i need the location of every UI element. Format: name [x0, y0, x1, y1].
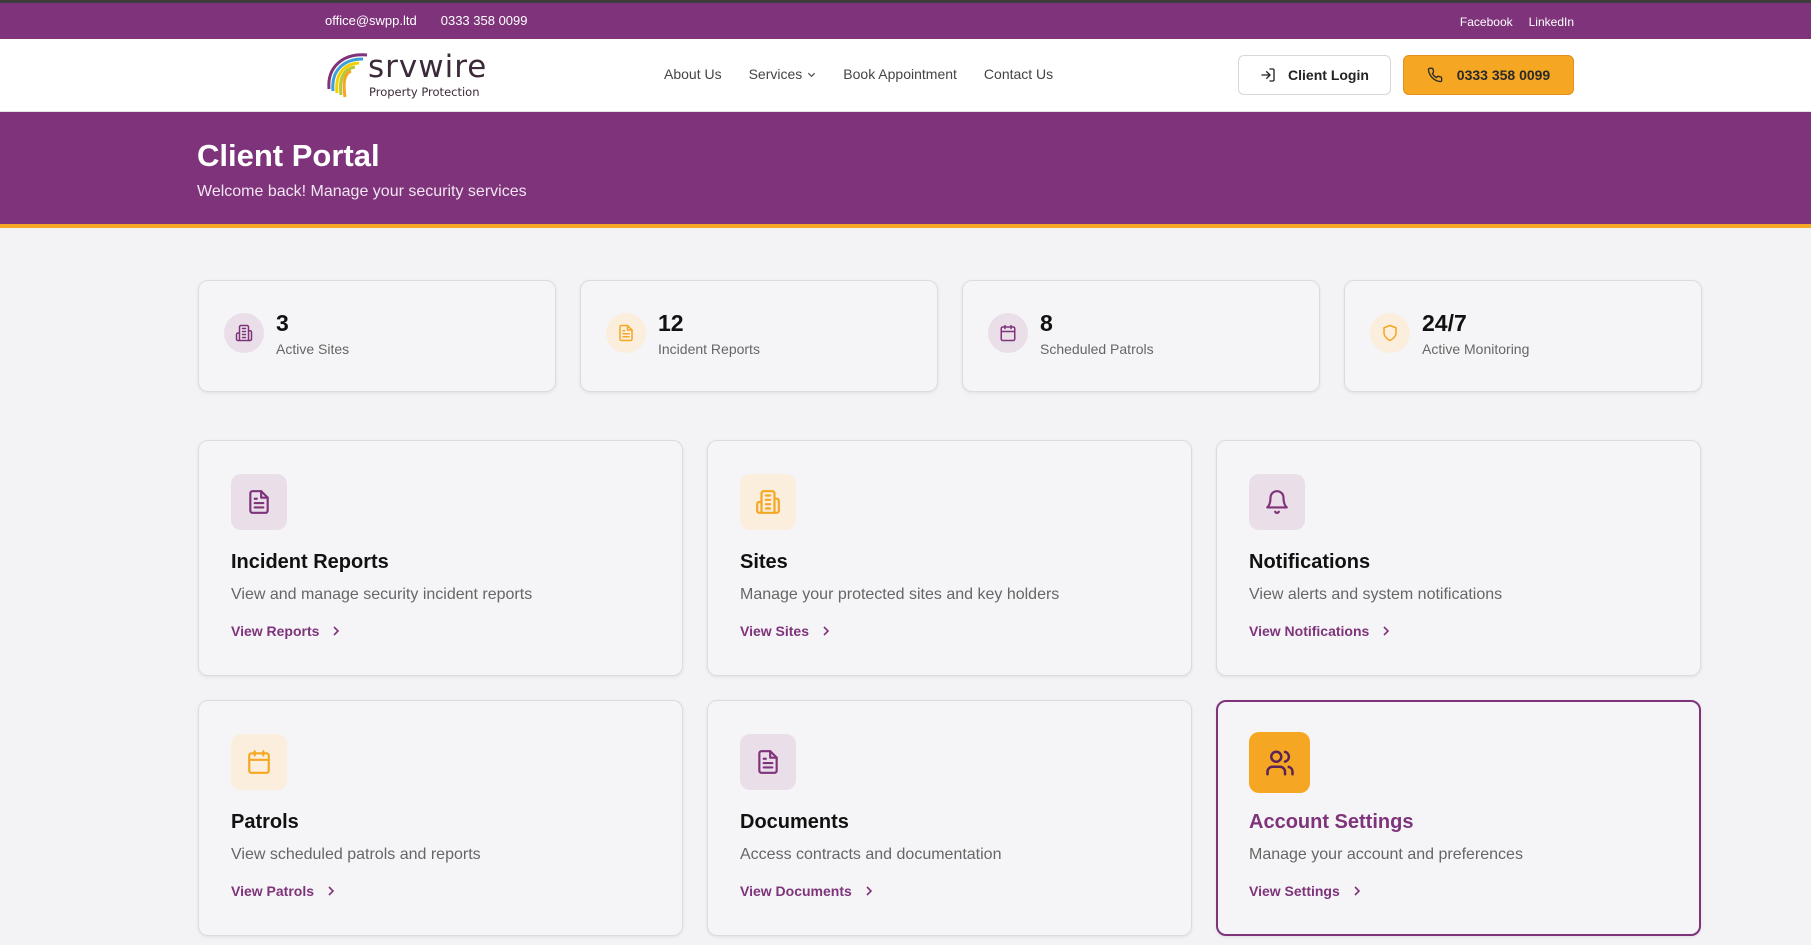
card-description: View scheduled patrols and reports	[231, 846, 481, 863]
page-subtitle: Welcome back! Manage your security servi…	[197, 183, 527, 200]
chevron-right-icon	[1383, 626, 1390, 636]
stat-card-scheduled-patrols: 8 Scheduled Patrols	[962, 280, 1320, 392]
stat-label: Incident Reports	[658, 341, 760, 357]
card-description: Access contracts and documentation	[740, 846, 1002, 863]
chevron-right-icon	[1354, 886, 1360, 896]
card-description: View and manage security incident report…	[231, 586, 533, 603]
top-contact-bar: office@swpp.ltd 0333 358 0099 Facebook L…	[0, 0, 1811, 39]
brand-tagline: Property Protection	[369, 85, 480, 99]
card-title: Notifications	[1249, 551, 1371, 573]
card-documents[interactable]: Documents Access contracts and documenta…	[707, 700, 1192, 936]
client-login-label: Client Login	[1288, 67, 1369, 83]
card-description: Manage your account and preferences	[1249, 846, 1523, 863]
logo-swoosh-icon	[327, 53, 368, 98]
card-title: Incident Reports	[231, 551, 389, 573]
card-title: Documents	[740, 811, 849, 833]
client-login-button[interactable]: Client Login	[1238, 55, 1391, 95]
document-icon	[606, 313, 646, 353]
view-notifications-link[interactable]: View Notifications	[1249, 623, 1391, 639]
card-sites[interactable]: Sites Manage your protected sites and ke…	[707, 440, 1192, 676]
login-icon	[1261, 68, 1275, 82]
card-notifications[interactable]: Notifications View alerts and system not…	[1216, 440, 1701, 676]
calendar-icon	[231, 734, 287, 790]
page-header-banner: Client Portal Welcome back! Manage your …	[0, 112, 1811, 228]
stat-value: 12	[658, 310, 684, 336]
chevron-down-icon	[808, 72, 816, 77]
page-title: Client Portal	[197, 138, 380, 173]
building-icon	[740, 474, 796, 530]
chevron-right-icon	[333, 626, 340, 636]
linkedin-link[interactable]: LinkedIn	[1529, 15, 1574, 29]
call-phone-button[interactable]: 0333 358 0099	[1403, 55, 1574, 95]
stat-card-active-sites: 3 Active Sites	[198, 280, 556, 392]
card-account-settings[interactable]: Account Settings Manage your account and…	[1216, 700, 1701, 936]
document-icon	[740, 734, 796, 790]
stat-label: Scheduled Patrols	[1040, 341, 1154, 357]
calendar-icon	[988, 313, 1028, 353]
card-incident-reports[interactable]: Incident Reports View and manage securit…	[198, 440, 683, 676]
facebook-link[interactable]: Facebook	[1460, 15, 1513, 29]
card-description: Manage your protected sites and key hold…	[740, 586, 1060, 603]
view-settings-link[interactable]: View Settings	[1249, 883, 1362, 899]
building-icon	[224, 313, 264, 353]
nav-services[interactable]: Services	[749, 66, 817, 82]
document-icon	[231, 474, 287, 530]
chevron-right-icon	[823, 626, 830, 636]
card-title: Patrols	[231, 811, 299, 833]
view-reports-link[interactable]: View Reports	[231, 623, 341, 639]
view-patrols-link[interactable]: View Patrols	[231, 883, 336, 899]
card-patrols[interactable]: Patrols View scheduled patrols and repor…	[198, 700, 683, 936]
phone-icon	[1427, 67, 1443, 83]
stat-card-active-monitoring: 24/7 Active Monitoring	[1344, 280, 1702, 392]
brand-name: srvwire	[368, 49, 488, 85]
users-icon	[1249, 732, 1310, 793]
nav-book-appointment[interactable]: Book Appointment	[843, 66, 957, 82]
stat-card-incident-reports: 12 Incident Reports	[580, 280, 938, 392]
call-phone-label: 0333 358 0099	[1456, 67, 1551, 83]
main-navbar: srvwire Property Protection About Us Ser…	[0, 39, 1811, 112]
stat-value: 24/7	[1422, 310, 1467, 336]
view-sites-link[interactable]: View Sites	[740, 623, 831, 639]
chevron-right-icon	[866, 886, 872, 896]
card-title: Sites	[740, 551, 788, 573]
shield-icon	[1370, 313, 1410, 353]
stat-label: Active Sites	[276, 341, 350, 357]
primary-nav: About Us Services Book Appointment Conta…	[664, 66, 1053, 82]
bell-icon	[1249, 474, 1305, 530]
stat-value: 8	[1040, 310, 1053, 336]
nav-contact-us[interactable]: Contact Us	[984, 66, 1053, 82]
card-title: Account Settings	[1249, 811, 1414, 833]
stat-value: 3	[276, 310, 289, 336]
contact-email-link[interactable]: office@swpp.ltd	[325, 13, 417, 28]
contact-phone-link[interactable]: 0333 358 0099	[441, 13, 528, 28]
stat-label: Active Monitoring	[1422, 341, 1530, 357]
brand-logo[interactable]: srvwire Property Protection	[323, 49, 499, 101]
chevron-right-icon	[328, 886, 335, 896]
nav-about-us[interactable]: About Us	[664, 66, 722, 82]
card-description: View alerts and system notifications	[1249, 586, 1503, 603]
view-documents-link[interactable]: View Documents	[740, 883, 874, 899]
